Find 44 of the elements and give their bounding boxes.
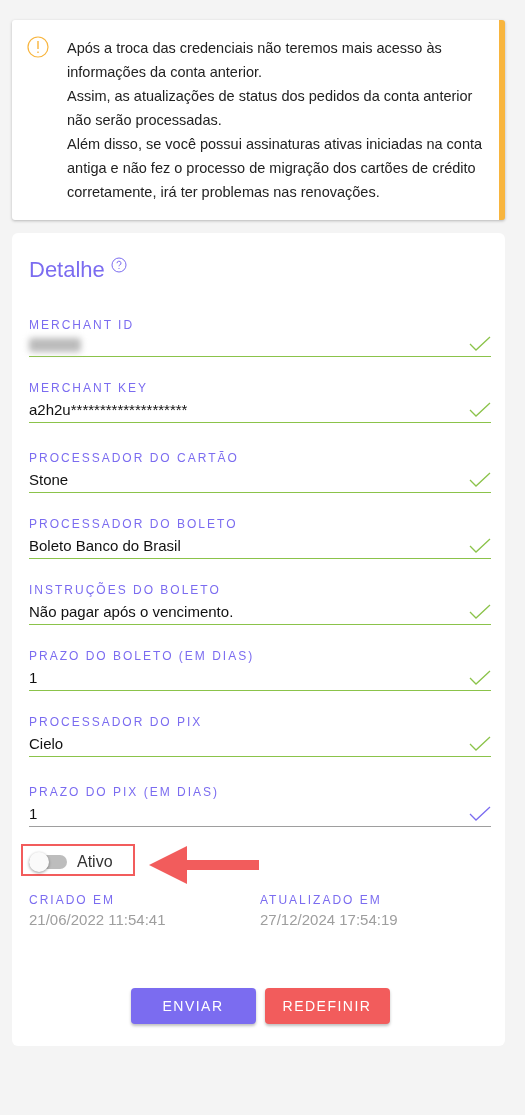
warning-text: Após a troca das credenciais não teremos mais acesso às informações da conta anterior. — [67, 39, 443, 82]
form-field[interactable]: PROCESSADOR DO CARTÃO Stone — [29, 437, 491, 493]
field-value: a2h2u******************** — [29, 401, 189, 418]
form-field[interactable]: PROCESSADOR DO PIX Cielo — [29, 701, 491, 757]
section-title: Detalhe — [29, 257, 105, 283]
field-label: PROCESSADOR DO CARTÃO — [29, 451, 240, 465]
help-icon[interactable] — [110, 257, 127, 273]
form-field[interactable]: PRAZO DO PIX (EM DIAS) 1 — [29, 771, 491, 827]
field-label: MERCHANT KEY — [29, 381, 150, 395]
active-switch[interactable]: Ativo — [29, 853, 113, 871]
date-label: CRIADO EM — [29, 893, 116, 907]
date-label: ATUALIZADO EM — [260, 893, 383, 907]
date-value: 27/12/2024 17:54:19 — [260, 911, 399, 928]
field-label: PRAZO DO PIX (EM DIAS) — [29, 785, 220, 799]
field-label: PROCESSADOR DO PIX — [29, 715, 204, 729]
form-field[interactable]: MERCHANT ID — [29, 301, 491, 357]
field-label: PRAZO DO BOLETO (EM DIAS) — [29, 649, 256, 663]
form-field[interactable]: PROCESSADOR DO BOLETO Boleto Banco do Brasil — [29, 503, 491, 559]
check-icon — [469, 736, 491, 752]
field-value: Não pagar após o vencimento. — [29, 603, 235, 620]
date-value: 21/06/2022 11:54:41 — [29, 911, 167, 928]
form-field[interactable]: INSTRUÇÕES DO BOLETO Não pagar após o vencimento. — [29, 569, 491, 625]
warning-text: Além disso, se você possui assinaturas ativas iniciadas na conta antiga e não fez o processo de migração dos cartões de crédito corretamente, irá ter problemas nas renovações. — [67, 135, 483, 202]
check-icon — [469, 538, 491, 554]
check-icon — [469, 806, 491, 822]
field-label: INSTRUÇÕES DO BOLETO — [29, 583, 222, 597]
field-label: MERCHANT ID — [29, 318, 136, 332]
field-value: 1 — [29, 669, 39, 686]
warning-icon — [27, 36, 49, 58]
check-icon — [469, 402, 491, 418]
field-label: PROCESSADOR DO BOLETO — [29, 517, 239, 531]
form-button[interactable]: ENVIAR — [130, 988, 256, 1024]
field-value: Boleto Banco do Brasil — [29, 537, 182, 554]
form-field[interactable]: PRAZO DO BOLETO (EM DIAS) 1 — [29, 635, 491, 691]
field-value: Stone — [29, 471, 70, 488]
check-icon — [469, 336, 491, 352]
warning-text: Assim, as atualizações de status dos pedidos da conta anterior não serão processadas. — [67, 87, 474, 130]
check-icon — [469, 472, 491, 488]
check-icon — [469, 604, 491, 620]
check-icon — [469, 670, 491, 686]
field-value: 1 — [29, 805, 39, 822]
blurred-value — [29, 338, 81, 352]
form-field[interactable]: MERCHANT KEY a2h2u******************** — [29, 367, 491, 423]
field-value: Cielo — [29, 735, 65, 752]
